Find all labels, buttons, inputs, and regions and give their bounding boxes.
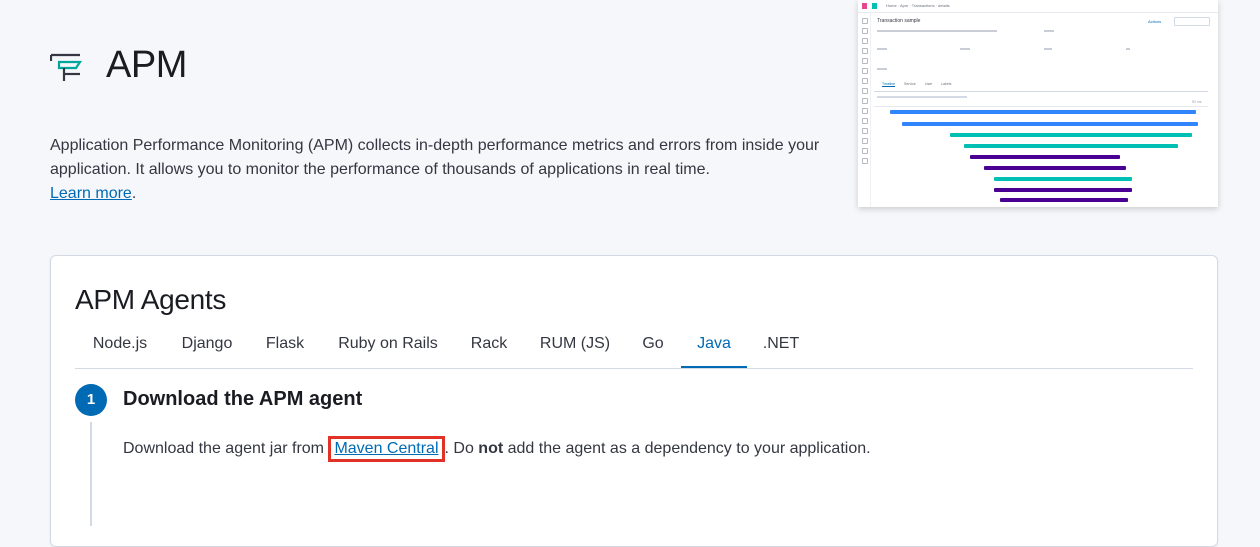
tab-ruby-on-rails[interactable]: Ruby on Rails <box>323 328 453 368</box>
preview-title: Transaction sample <box>877 18 921 24</box>
apm-preview-image: Home · Apm · Transactions · details Tran… <box>858 0 1218 207</box>
tab-flask[interactable]: Flask <box>249 328 321 368</box>
apm-app-icon <box>50 53 83 81</box>
tab-nodejs[interactable]: Node.js <box>75 328 165 368</box>
tab-rack[interactable]: Rack <box>455 328 523 368</box>
preview-tabs: Timeline Service User Labels <box>874 82 1208 92</box>
description: Application Performance Monitoring (APM)… <box>50 137 820 178</box>
tab-rum-js[interactable]: RUM (JS) <box>525 328 625 368</box>
step-connector <box>90 422 92 526</box>
preview-topbar: Home · Apm · Transactions · details <box>858 0 1218 13</box>
agents-title: APM Agents <box>75 284 227 315</box>
preview-sidebar <box>858 12 871 207</box>
tab-dotnet[interactable]: .NET <box>749 328 813 368</box>
tab-go[interactable]: Go <box>627 328 679 368</box>
preview-actions: Actions <box>1148 19 1162 24</box>
intro-text: Application Performance Monitoring (APM)… <box>50 137 820 202</box>
tab-java[interactable]: Java <box>681 328 747 368</box>
apm-agents-panel: APM Agents Node.js Django Flask Ruby on … <box>50 255 1218 547</box>
tab-django[interactable]: Django <box>167 328 247 368</box>
page-title: APM <box>106 44 187 86</box>
learn-more-link[interactable]: Learn more <box>50 185 132 202</box>
highlight-box: Maven Central <box>328 436 445 462</box>
step-description: Download the agent jar from Maven Centra… <box>123 436 871 462</box>
maven-central-link[interactable]: Maven Central <box>334 440 438 457</box>
step-number: 1 <box>75 384 107 416</box>
agent-tabs: Node.js Django Flask Ruby on Rails Rack … <box>75 328 1193 369</box>
step-title: Download the APM agent <box>123 388 363 410</box>
